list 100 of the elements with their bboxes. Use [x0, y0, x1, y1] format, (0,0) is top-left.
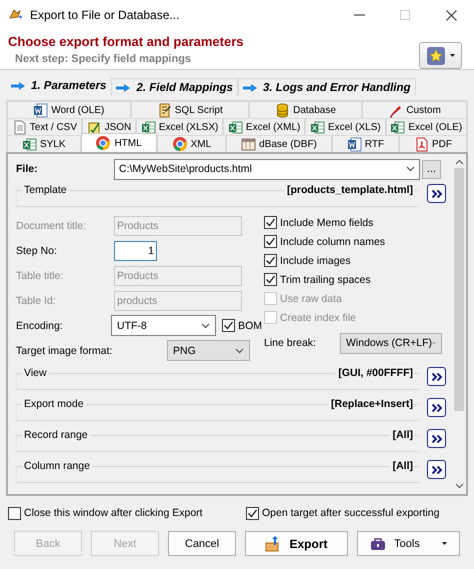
- browser-icon: [95, 135, 112, 151]
- browse-button[interactable]: ...: [422, 160, 441, 178]
- section-value: [GUI, #00FFFF]: [335, 367, 413, 380]
- notepad-icon: [86, 120, 102, 134]
- format-tab[interactable]: Excel (OLE): [386, 118, 468, 135]
- section-value: [All]: [390, 460, 413, 473]
- checkbox[interactable]: [222, 319, 236, 332]
- expand-button[interactable]: [427, 429, 446, 448]
- section-value: [products_template.html]: [284, 184, 413, 197]
- document-icon: [346, 136, 362, 152]
- section-label: Template: [22, 184, 69, 197]
- field-label: Line break:: [264, 337, 317, 349]
- minimize-icon: [354, 14, 364, 16]
- encoding-dropdown[interactable]: UTF-8: [111, 315, 216, 336]
- format-tab[interactable]: Custom: [362, 101, 467, 118]
- database-icon: [275, 102, 290, 118]
- toolbox-icon: [370, 536, 386, 550]
- spreadsheet-icon: [22, 136, 37, 152]
- step-tab[interactable]: 3. Logs and Error Handling: [238, 78, 416, 96]
- checkbox[interactable]: [264, 235, 277, 248]
- expand-button[interactable]: [427, 398, 446, 417]
- star-icon: [426, 46, 444, 64]
- checkbox-label: Close this window after clicking Export: [24, 507, 203, 519]
- spreadsheet-icon: [228, 120, 243, 134]
- format-tab[interactable]: SYLK: [7, 135, 80, 152]
- scrollbar-thumb[interactable]: [454, 168, 464, 411]
- maximize-icon: [400, 10, 410, 20]
- header-title: Choose export format and parameters: [8, 34, 245, 49]
- caret-icon: [201, 322, 210, 328]
- input-field[interactable]: 1: [114, 240, 157, 260]
- arrow-icon: [11, 82, 25, 90]
- header-subtitle: Next step: Specify field mappings: [15, 53, 192, 65]
- format-tab[interactable]: Excel (XLS): [305, 118, 386, 135]
- expand-button[interactable]: [427, 184, 446, 203]
- image-format-dropdown[interactable]: PNG: [167, 340, 250, 361]
- document-icon: [33, 102, 48, 118]
- format-tab[interactable]: Text / CSV: [7, 118, 82, 135]
- action-button[interactable]: Cancel: [168, 531, 236, 556]
- file-field[interactable]: C:\MyWebSite\products.html: [114, 158, 420, 180]
- format-tab[interactable]: dBase (DBF): [226, 135, 332, 152]
- field-label: Table title:: [16, 270, 64, 282]
- field-label: Encoding:: [16, 320, 64, 332]
- checkbox-label: Open target after successful exporting: [262, 507, 440, 519]
- spreadsheet-icon: [310, 120, 325, 134]
- action-button[interactable]: Tools: [357, 531, 460, 556]
- arrow-icon: [242, 84, 257, 92]
- spreadsheet-icon: [140, 120, 156, 134]
- double-chevron-icon: [430, 464, 442, 474]
- table-icon: [241, 136, 256, 152]
- field-label: File:: [16, 163, 39, 175]
- format-tab[interactable]: Excel (XML): [223, 118, 306, 135]
- browser-icon: [172, 136, 188, 152]
- step-tab[interactable]: 2. Field Mappings: [111, 78, 238, 96]
- checkbox[interactable]: [264, 254, 277, 267]
- favorites-button[interactable]: [419, 42, 462, 69]
- checkbox-label: Create index file: [280, 312, 356, 324]
- action-button[interactable]: Export: [245, 531, 348, 556]
- checkbox[interactable]: [264, 216, 277, 229]
- spreadsheet-icon: [390, 120, 406, 134]
- checkbox-label: Include column names: [280, 236, 386, 248]
- section-label: Record range: [22, 429, 90, 442]
- format-tab[interactable]: PDF: [399, 135, 467, 152]
- format-tab[interactable]: Word (OLE): [7, 101, 131, 118]
- format-tab[interactable]: Excel (XLSX): [136, 118, 224, 135]
- pdf-icon: [414, 136, 429, 152]
- expand-button[interactable]: [427, 367, 446, 386]
- field-label: Table Id:: [16, 294, 57, 306]
- format-tab[interactable]: XML: [156, 135, 226, 152]
- field-label: Target image format:: [16, 344, 114, 356]
- checkbox-label: Use raw data: [280, 292, 342, 304]
- format-tab[interactable]: Database: [248, 101, 362, 118]
- field-label: Document title:: [16, 220, 88, 232]
- checkbox[interactable]: [246, 506, 259, 520]
- scroll-up-icon[interactable]: [454, 158, 464, 166]
- checkbox-label: BOM: [238, 320, 262, 332]
- arrow-icon: [116, 84, 130, 92]
- close-icon: [446, 10, 456, 20]
- section-label: Column range: [22, 460, 92, 473]
- checkbox-label: Trim trailing spaces: [280, 274, 371, 286]
- scroll-down-icon[interactable]: [454, 482, 464, 490]
- double-chevron-icon: [430, 372, 442, 382]
- dropdown-icon: [450, 54, 454, 57]
- line-break-dropdown[interactable]: Windows (CR+LF): [340, 332, 442, 354]
- checkbox[interactable]: [8, 506, 21, 520]
- section-value: [All]: [390, 429, 413, 442]
- format-tab[interactable]: SQL Script: [130, 101, 249, 118]
- expand-button[interactable]: [427, 460, 446, 479]
- scroll-icon: [156, 102, 172, 118]
- export-icon: [265, 536, 282, 552]
- format-tab[interactable]: HTML: [80, 133, 157, 152]
- caret-icon: [235, 348, 244, 354]
- checkbox[interactable]: [264, 273, 277, 286]
- double-chevron-icon: [430, 402, 442, 412]
- dropdown-icon: [442, 542, 447, 545]
- double-chevron-icon: [430, 188, 442, 198]
- checkbox-label: Include images: [280, 254, 351, 266]
- caret-icon: [406, 166, 415, 172]
- section-value: [Replace+Insert]: [328, 398, 413, 411]
- format-tab[interactable]: RTF: [332, 135, 400, 152]
- field-label: Step No:: [16, 244, 58, 256]
